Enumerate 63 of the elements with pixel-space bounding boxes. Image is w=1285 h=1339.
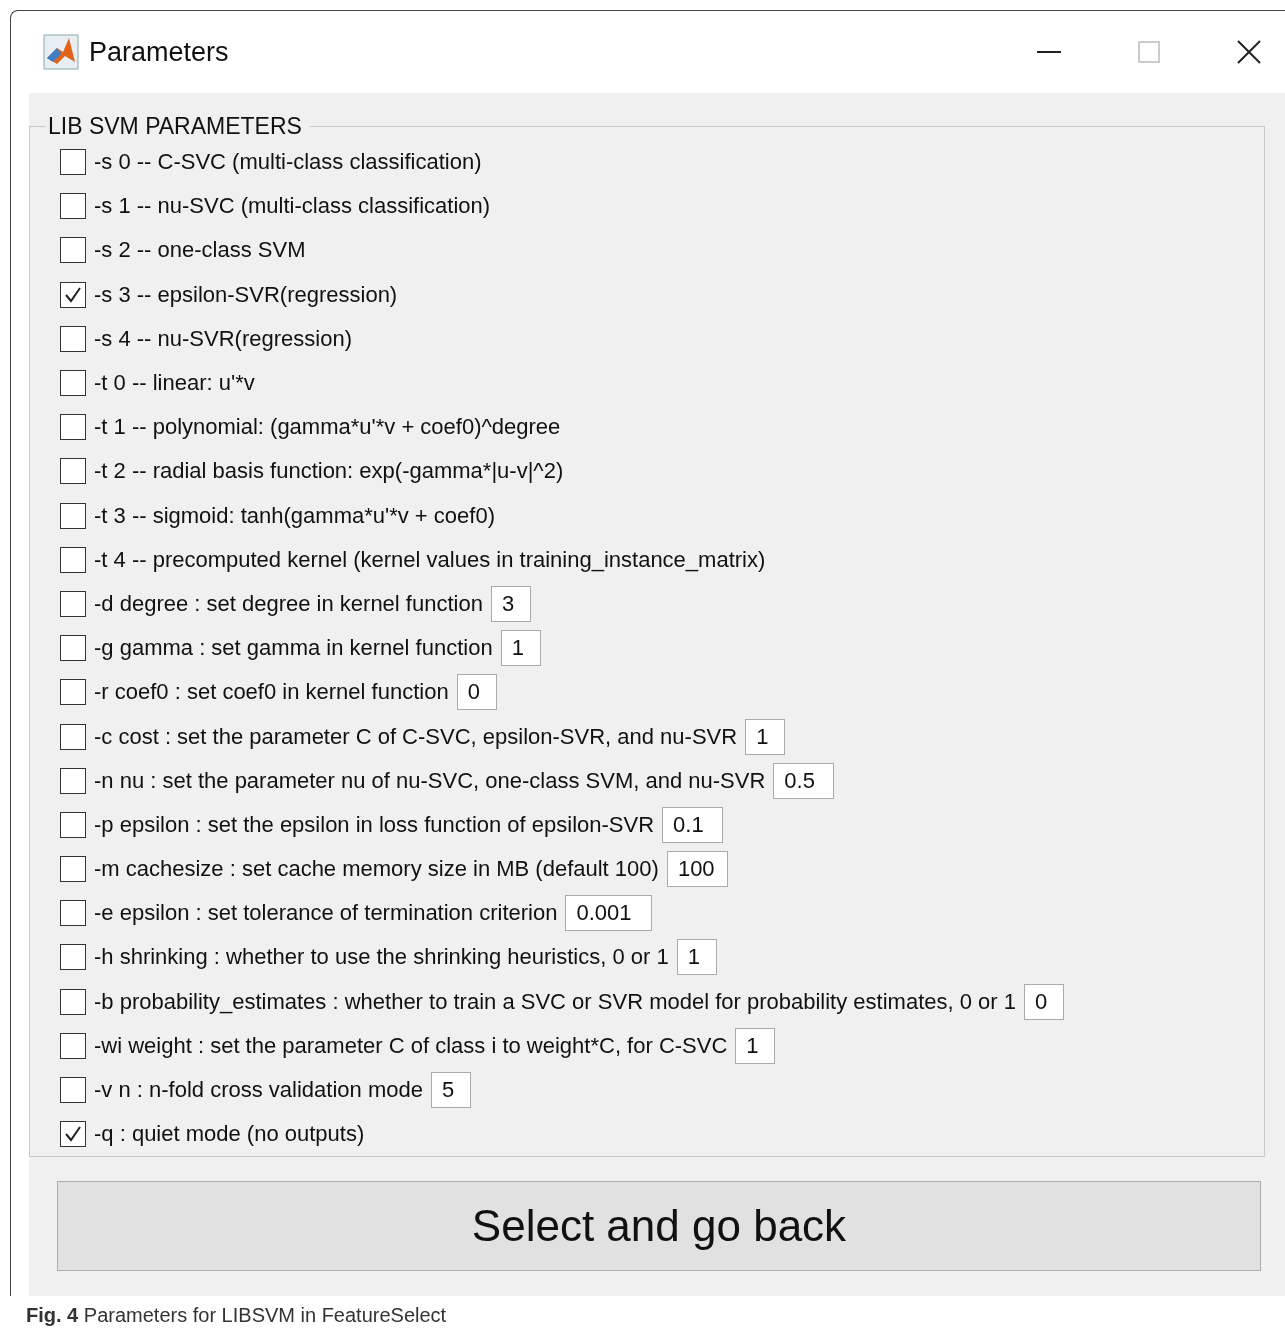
option-label: -r coef0 : set coef0 in kernel function (94, 679, 449, 706)
value-field[interactable]: 1 (745, 718, 786, 755)
checkbox[interactable] (60, 635, 86, 662)
value-field[interactable]: 0.5 (773, 762, 835, 799)
checkbox[interactable] (60, 988, 86, 1015)
option-label: -s 1 -- nu-SVC (multi-class classification) (94, 193, 491, 220)
checkbox[interactable] (60, 856, 86, 883)
option-label: -wi weight : set the parameter C of class i to weight*C, for C-SVC (94, 1032, 728, 1059)
checkbox[interactable] (60, 325, 86, 352)
checkbox[interactable] (60, 502, 86, 529)
option-label: -t 4 -- precomputed kernel (kernel values in training_instance_matrix) (94, 546, 766, 573)
checkbox[interactable] (60, 944, 86, 971)
option-label: -h shrinking : whether to use the shrinking heuristics, 0 or 1 (94, 944, 669, 971)
checkbox[interactable] (60, 1121, 86, 1148)
option-label: -t 1 -- polynomial: (gamma*u'*v + coef0)^degree (94, 414, 561, 441)
option-label: -b probability_estimates : whether to train a SVC or SVR model for probability estimates, 0 or 1 (94, 988, 1016, 1015)
option-label: -t 3 -- sigmoid: tanh(gamma*u'*v + coef0) (94, 502, 495, 529)
option-label: -c cost : set the parameter C of C-SVC, epsilon-SVR, and nu-SVR (94, 723, 738, 750)
value-field[interactable]: 0 (456, 674, 497, 711)
app-logo-icon (43, 34, 79, 70)
checkbox[interactable] (60, 590, 86, 617)
option-label: -s 2 -- one-class SVM (94, 237, 306, 264)
option-label: -v n : n-fold cross validation mode (94, 1077, 423, 1104)
value-field[interactable]: 1 (735, 1027, 776, 1064)
option-label: -e epsilon : set tolerance of termination criterion (94, 900, 558, 927)
checkbox[interactable] (60, 237, 86, 264)
checkbox[interactable] (60, 370, 86, 397)
checkbox[interactable] (60, 414, 86, 441)
option-label: -g gamma : set gamma in kernel function (94, 635, 493, 662)
checkbox[interactable] (60, 723, 86, 750)
option-label: -s 4 -- nu-SVR(regression) (94, 325, 352, 352)
value-field[interactable]: 1 (500, 630, 541, 667)
value-field[interactable]: 3 (490, 585, 531, 622)
checkbox[interactable] (60, 767, 86, 794)
checkbox[interactable] (60, 458, 86, 485)
value-field[interactable]: 1 (676, 939, 717, 976)
option-label: -d degree : set degree in kernel function (94, 590, 483, 617)
option-label: -s 3 -- epsilon-SVR(regression) (94, 281, 398, 308)
figure-caption: Fig. 4 Parameters for LIBSVM in FeatureSelect (25, 1303, 448, 1328)
checkbox[interactable] (60, 546, 86, 573)
value-field[interactable]: 5 (430, 1072, 471, 1109)
checkbox[interactable] (60, 900, 86, 927)
window-title: Parameters (89, 36, 230, 68)
checkbox[interactable] (60, 1077, 86, 1104)
option-label: -q : quiet mode (no outputs) (94, 1121, 365, 1148)
option-label: -m cachesize : set cache memory size in MB (default 100) (94, 856, 659, 883)
checkbox[interactable] (60, 281, 86, 308)
value-field[interactable]: 0.1 (662, 806, 724, 843)
checkbox[interactable] (60, 811, 86, 838)
option-label: -t 2 -- radial basis function: exp(-gamma*|u-v|^2) (94, 458, 564, 485)
checkbox[interactable] (60, 679, 86, 706)
value-field[interactable]: 0 (1024, 983, 1064, 1020)
option-label: -t 0 -- linear: u'*v (94, 370, 255, 397)
value-field[interactable]: 100 (666, 851, 728, 888)
option-label: -n nu : set the parameter nu of nu-SVC, one-class SVM, and nu-SVR (94, 767, 766, 794)
value-field[interactable]: 0.001 (565, 895, 653, 932)
group-title: LIB SVM PARAMETERS (47, 113, 303, 140)
checkbox[interactable] (60, 149, 86, 176)
option-label: -p epsilon : set the epsilon in loss function of epsilon-SVR (94, 811, 655, 838)
checkbox[interactable] (60, 1032, 86, 1059)
select-button[interactable]: Select and go back (57, 1181, 1261, 1272)
checkbox[interactable] (60, 193, 86, 220)
option-label: -s 0 -- C-SVC (multi-class classification) (94, 149, 482, 176)
